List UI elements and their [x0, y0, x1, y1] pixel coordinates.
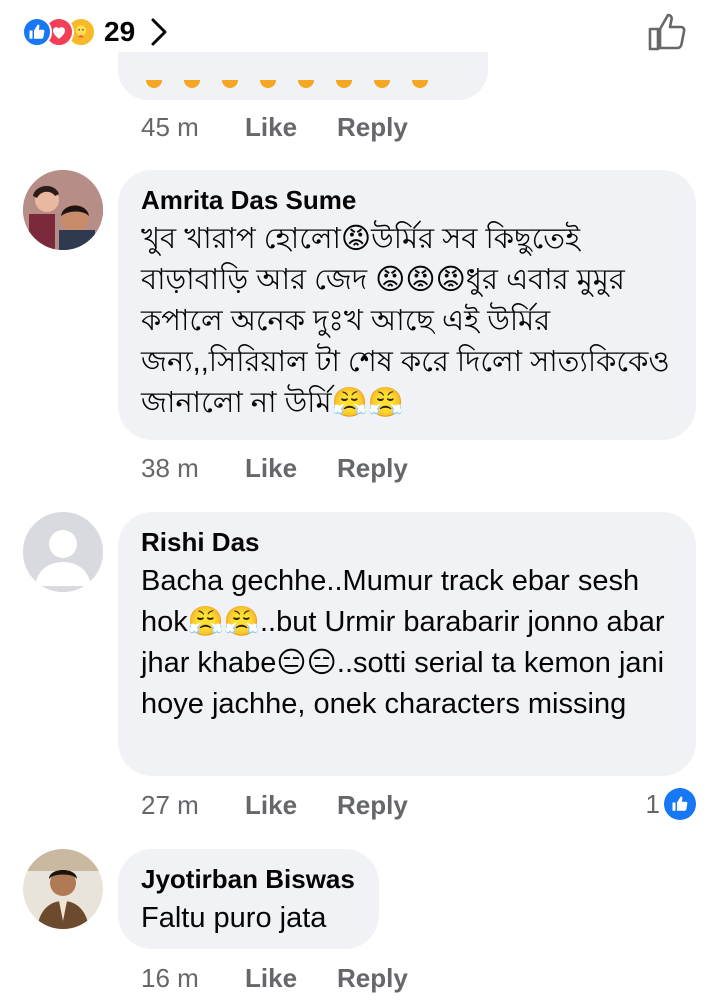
comment-time: 27 m: [141, 790, 199, 820]
comment-reaction-count[interactable]: 1: [646, 788, 696, 820]
reaction-count: 1: [645, 788, 660, 819]
reactions-summary[interactable]: 29: [22, 14, 169, 50]
like-reaction-icon: [664, 788, 696, 820]
previous-comment-bubble: [118, 52, 488, 100]
thumbs-up-icon[interactable]: [646, 10, 690, 54]
reply-button[interactable]: Reply: [337, 963, 408, 994]
emoji-row: [146, 80, 428, 88]
default-avatar-icon[interactable]: [23, 512, 103, 592]
comment-author[interactable]: Rishi Das: [141, 527, 672, 557]
comment-bubble: Amrita Das Sume খুব খারাপ হোলো😡উর্মির সব…: [118, 170, 696, 440]
chevron-right-icon[interactable]: [149, 17, 169, 47]
previous-comment-meta: 45 m Like Reply: [141, 112, 408, 143]
avatar[interactable]: [23, 170, 103, 250]
like-button[interactable]: Like: [245, 963, 337, 994]
comment-text: Bacha gechhe..Mumur track ebar sesh hok😤…: [141, 565, 665, 720]
comment-author[interactable]: Amrita Das Sume: [141, 185, 672, 215]
reply-button[interactable]: Reply: [337, 453, 408, 484]
comment-bubble: Rishi Das Bacha gechhe..Mumur track ebar…: [118, 512, 696, 776]
comment-time: 45 m: [141, 112, 199, 142]
comment-text: Faltu puro jata: [141, 902, 327, 934]
like-button[interactable]: Like: [245, 112, 337, 143]
like-button[interactable]: Like: [245, 453, 337, 484]
reaction-count: 29: [104, 16, 136, 47]
like-button[interactable]: Like: [245, 790, 337, 821]
reply-button[interactable]: Reply: [337, 112, 408, 143]
comment-meta: 38 m Like Reply: [141, 453, 408, 484]
comment-author[interactable]: Jyotirban Biswas: [141, 864, 355, 894]
comment-time: 16 m: [141, 963, 199, 993]
comment-bubble: Jyotirban Biswas Faltu puro jata: [118, 849, 379, 949]
avatar[interactable]: [23, 849, 103, 929]
comment-text: খুব খারাপ হোলো😡উর্মির সব কিছুতেই বাড়াবা…: [141, 223, 670, 419]
comment-meta: 16 m Like Reply: [141, 963, 408, 994]
comment-time: 38 m: [141, 453, 199, 483]
like-reaction-icon: [22, 17, 52, 47]
reply-button[interactable]: Reply: [337, 790, 408, 821]
comment-meta: 27 m Like Reply: [141, 790, 408, 821]
